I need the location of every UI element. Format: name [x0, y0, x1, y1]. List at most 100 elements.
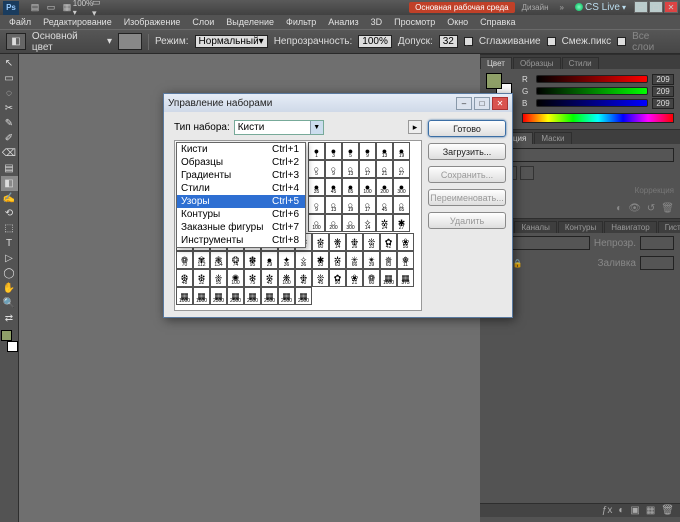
brush-preset[interactable]: ❀55: [397, 233, 414, 251]
tool-17[interactable]: ⇄: [1, 311, 18, 326]
flyout-menu-button[interactable]: ▸: [408, 120, 422, 134]
clip-icon[interactable]: ◐: [616, 203, 622, 214]
tool-8[interactable]: ◧: [1, 176, 18, 191]
brush-preset[interactable]: ○65: [393, 196, 410, 214]
r-value[interactable]: 209: [652, 74, 674, 85]
brush-preset[interactable]: ▦1800: [193, 287, 210, 305]
brush-preset[interactable]: ▦2500: [295, 287, 312, 305]
brush-preset[interactable]: ○300: [342, 214, 359, 232]
brush-preset[interactable]: ❊33: [363, 233, 380, 251]
brush-preset[interactable]: ▦2500: [244, 287, 261, 305]
brush-preset[interactable]: ●29: [261, 251, 278, 269]
brush-preset[interactable]: ❈55: [210, 269, 227, 287]
brush-preset[interactable]: ▦1000: [176, 287, 193, 305]
brush-preset[interactable]: ❁70: [176, 251, 193, 269]
dropdown-item[interactable]: КистиCtrl+1: [177, 143, 305, 156]
brush-preset[interactable]: ▦2500: [278, 287, 295, 305]
brush-preset[interactable]: ○9: [308, 196, 325, 214]
tool-9[interactable]: ✍: [1, 191, 18, 206]
menu-layer[interactable]: Слои: [187, 16, 219, 28]
tab-styles[interactable]: Стили: [562, 57, 599, 69]
tool-12[interactable]: T: [1, 236, 18, 251]
tool-16[interactable]: 🔍: [1, 296, 18, 311]
dropdown-item[interactable]: КонтурыCtrl+6: [177, 208, 305, 221]
close-button[interactable]: ✕: [664, 1, 678, 13]
g-value[interactable]: 209: [652, 86, 674, 97]
brush-preset[interactable]: ○200: [325, 214, 342, 232]
cs-live-button[interactable]: CS Live ▾: [571, 2, 630, 13]
tool-1[interactable]: ▭: [1, 71, 18, 86]
tool-preset-icon[interactable]: ◧: [6, 33, 26, 50]
tab-masks[interactable]: Маски: [534, 132, 571, 144]
adj-icon[interactable]: [520, 166, 534, 180]
brush-preset[interactable]: ●19: [393, 142, 410, 160]
dialog-title-bar[interactable]: Управление наборами – □ ✕: [164, 94, 512, 112]
brush-preset[interactable]: ✻75: [244, 269, 261, 287]
adjust-dropdown[interactable]: ▾: [486, 148, 674, 162]
brush-preset[interactable]: ✾112: [193, 251, 210, 269]
menu-file[interactable]: Файл: [4, 16, 36, 28]
brush-preset[interactable]: ○19: [342, 196, 359, 214]
brush-preset[interactable]: ❇32: [193, 269, 210, 287]
brush-preset[interactable]: ❀21: [346, 269, 363, 287]
brush-preset[interactable]: ●1: [308, 142, 325, 160]
brush-preset[interactable]: ❊45: [312, 269, 329, 287]
zoom-level[interactable]: 100% ▾: [76, 2, 90, 14]
tool-11[interactable]: ⬚: [1, 221, 18, 236]
tab-paths[interactable]: Контуры: [558, 221, 603, 233]
brush-preset[interactable]: ▦2500: [261, 287, 278, 305]
brush-preset[interactable]: ●100: [359, 178, 376, 196]
tab-hist[interactable]: Гистограмма: [658, 221, 680, 233]
rename-button[interactable]: Переименовать...: [428, 189, 506, 206]
brush-preset[interactable]: ○100: [308, 214, 325, 232]
brush-preset[interactable]: ○5: [308, 160, 325, 178]
bridge-icon[interactable]: ▤: [28, 2, 42, 14]
workspace-pill[interactable]: Основная рабочая среда: [409, 2, 515, 13]
brush-preset[interactable]: ✱27: [393, 214, 410, 232]
eye-icon[interactable]: 👁: [628, 203, 641, 214]
brush-preset[interactable]: ❋14: [329, 233, 346, 251]
dropdown-item[interactable]: ИнструментыCtrl+8: [177, 234, 305, 247]
brush-preset[interactable]: ✦36: [278, 251, 295, 269]
brush-preset[interactable]: ▦2500: [227, 287, 244, 305]
folder-icon[interactable]: ▣: [630, 505, 639, 516]
mask-icon[interactable]: ◐: [618, 505, 624, 516]
antialias-checkbox[interactable]: [464, 37, 473, 46]
brush-preset[interactable]: ✿42: [380, 233, 397, 251]
hand-icon[interactable]: ▭ ▾: [92, 2, 106, 14]
menu-help[interactable]: Справка: [475, 16, 520, 28]
done-button[interactable]: Готово: [428, 120, 506, 137]
set-type-combo[interactable]: ▼: [234, 120, 324, 135]
brush-preset[interactable]: ❉26: [346, 233, 363, 251]
tool-6[interactable]: ⌫: [1, 146, 18, 161]
tool-13[interactable]: ▷: [1, 251, 18, 266]
brush-preset[interactable]: ●200: [376, 178, 393, 196]
fx-icon[interactable]: ƒx: [602, 505, 613, 516]
menu-analysis[interactable]: Анализ: [323, 16, 363, 28]
tolerance-input[interactable]: 32: [439, 35, 458, 48]
brush-preset[interactable]: ●65: [342, 178, 359, 196]
fill-source-dropdown[interactable]: ▾: [107, 36, 112, 47]
tab-swatches[interactable]: Образцы: [513, 57, 561, 69]
maximize-button[interactable]: □: [649, 1, 663, 13]
menu-view[interactable]: Просмотр: [389, 16, 440, 28]
tool-2[interactable]: ◌: [1, 86, 18, 101]
brush-preset[interactable]: ✼45: [261, 269, 278, 287]
workspace-more[interactable]: »: [556, 3, 568, 12]
new-layer-icon[interactable]: ▦: [646, 505, 655, 516]
brush-preset[interactable]: ✿90: [329, 269, 346, 287]
brush-preset[interactable]: ▦373: [397, 269, 414, 287]
brush-preset[interactable]: ▦1000: [380, 269, 397, 287]
dropdown-item[interactable]: Заказные фигурыCtrl+7: [177, 221, 305, 234]
preset-grid[interactable]: КистиCtrl+1ОбразцыCtrl+2ГрадиентыCtrl+3С…: [174, 140, 422, 311]
brush-preset[interactable]: ✲24: [376, 214, 393, 232]
brush-preset[interactable]: ○45: [376, 196, 393, 214]
brush-preset[interactable]: ❁60: [363, 269, 380, 287]
brush-preset[interactable]: ●13: [376, 142, 393, 160]
brush-preset[interactable]: ○17: [359, 160, 376, 178]
opacity-input[interactable]: 100%: [358, 35, 392, 48]
brush-preset[interactable]: ✳66: [346, 251, 363, 269]
tool-10[interactable]: ⟲: [1, 206, 18, 221]
brush-preset[interactable]: ❆48: [176, 269, 193, 287]
brush-preset[interactable]: ○27: [393, 160, 410, 178]
